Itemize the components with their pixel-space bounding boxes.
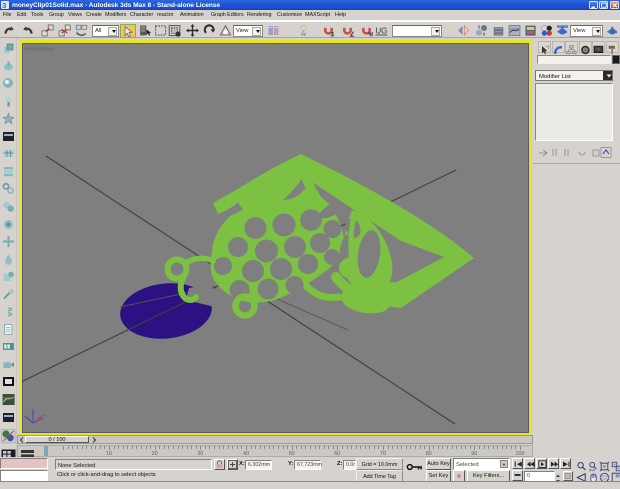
svg-text:%: % [368, 31, 373, 37]
svg-text:3: 3 [330, 31, 334, 37]
svg-text:3: 3 [2, 3, 6, 9]
svg-text:Perspective: Perspective [25, 47, 54, 53]
svg-text:UG: UG [375, 27, 387, 36]
svg-text:∠: ∠ [349, 30, 354, 37]
